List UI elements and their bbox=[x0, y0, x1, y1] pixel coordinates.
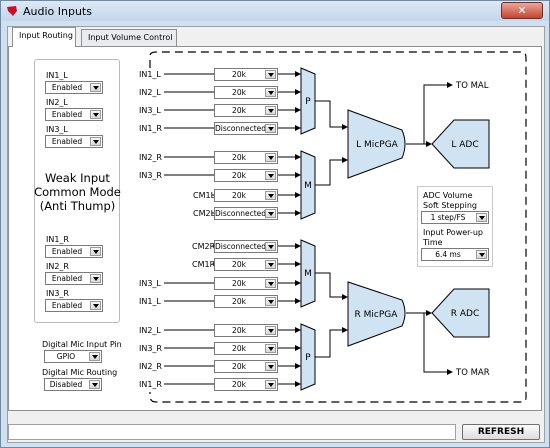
chevron-down-icon[interactable] bbox=[265, 279, 276, 288]
mux-m-label: M bbox=[304, 181, 312, 191]
weak-input-heading: Weak Input Common Mode (Anti Thump) bbox=[34, 171, 121, 213]
channel-label: IN2_R bbox=[46, 262, 69, 271]
routing-select-in3-r[interactable]: 20k bbox=[214, 169, 278, 182]
chevron-down-icon[interactable] bbox=[265, 380, 276, 389]
weak-select-in1-l[interactable]: Enabled bbox=[45, 81, 103, 94]
routing-select-in1-r[interactable]: Disconnected bbox=[214, 122, 278, 135]
routing-select-in2-l-r[interactable]: 20k bbox=[214, 324, 278, 337]
status-field bbox=[8, 424, 456, 440]
channel-label: IN1_L bbox=[46, 71, 68, 80]
chevron-down-icon[interactable] bbox=[90, 137, 101, 146]
chevron-down-icon[interactable] bbox=[265, 153, 276, 162]
chevron-down-icon[interactable] bbox=[265, 297, 276, 306]
chevron-down-icon[interactable] bbox=[265, 70, 276, 79]
digital-mic-routing-label: Digital Mic Routing bbox=[42, 368, 118, 377]
input-label: IN3_R bbox=[139, 171, 162, 180]
chevron-down-icon[interactable] bbox=[265, 88, 276, 97]
input-label: IN2_R bbox=[139, 153, 162, 162]
routing-select-in2-r[interactable]: 20k bbox=[214, 151, 278, 164]
refresh-button[interactable]: REFRESH bbox=[462, 424, 540, 440]
tab-input-routing[interactable]: Input Routing bbox=[12, 27, 76, 47]
input-label: IN2_L bbox=[139, 326, 161, 335]
input-label: IN3_L bbox=[139, 279, 161, 288]
routing-select-cm2r[interactable]: Disconnected bbox=[214, 240, 278, 253]
chevron-down-icon[interactable] bbox=[265, 209, 276, 218]
chevron-down-icon[interactable] bbox=[265, 326, 276, 335]
digital-mic-routing-select[interactable]: Disabled bbox=[44, 378, 102, 391]
routing-select-cm2l[interactable]: Disconnected bbox=[214, 207, 278, 220]
to-mar-label: TO MAR bbox=[455, 368, 490, 378]
chevron-down-icon[interactable] bbox=[265, 106, 276, 115]
chevron-down-icon[interactable] bbox=[265, 124, 276, 133]
input-label: IN1_R bbox=[139, 380, 162, 389]
channel-label: IN3_L bbox=[46, 125, 68, 134]
chevron-down-icon[interactable] bbox=[265, 242, 276, 251]
soft-stepping-select[interactable]: 1 step/FS bbox=[421, 211, 489, 224]
digital-mic-pin-select[interactable]: GPIO bbox=[44, 350, 102, 363]
input-label: IN2_R bbox=[139, 362, 162, 371]
routing-select-in2-r-r[interactable]: 20k bbox=[214, 360, 278, 373]
chevron-down-icon[interactable] bbox=[89, 352, 100, 361]
weak-select-in1-r[interactable]: Enabled bbox=[45, 245, 103, 258]
chevron-down-icon[interactable] bbox=[90, 247, 101, 256]
input-label: IN1_L bbox=[139, 297, 161, 306]
mux-p-label-r: P bbox=[305, 353, 311, 363]
chevron-down-icon[interactable] bbox=[265, 344, 276, 353]
chevron-down-icon[interactable] bbox=[476, 250, 487, 259]
chevron-down-icon[interactable] bbox=[90, 110, 101, 119]
r-adc-label: R ADC bbox=[451, 309, 480, 319]
input-label: IN3_R bbox=[139, 344, 162, 353]
chevron-down-icon[interactable] bbox=[265, 260, 276, 269]
input-label: IN1_L bbox=[139, 70, 161, 79]
weak-select-in2-l[interactable]: Enabled bbox=[45, 108, 103, 121]
input-label: IN2_L bbox=[139, 88, 161, 97]
input-label: IN3_L bbox=[139, 106, 161, 115]
routing-select-in3-l[interactable]: 20k bbox=[214, 104, 278, 117]
chevron-down-icon[interactable] bbox=[89, 380, 100, 389]
to-mal-label: TO MAL bbox=[455, 81, 489, 91]
chevron-down-icon[interactable] bbox=[265, 171, 276, 180]
channel-label: IN2_L bbox=[46, 98, 68, 107]
channel-label: IN3_R bbox=[46, 289, 69, 298]
input-label: CM2R bbox=[192, 242, 216, 251]
powerup-time-label: Input Power-up Time bbox=[423, 228, 483, 247]
routing-select-in2-l[interactable]: 20k bbox=[214, 86, 278, 99]
soft-stepping-label: ADC Volume Soft Stepping bbox=[423, 191, 477, 210]
chevron-down-icon[interactable] bbox=[476, 213, 487, 222]
digital-mic-pin-label: Digital Mic Input Pin bbox=[42, 340, 122, 349]
l-adc-label: L ADC bbox=[451, 140, 478, 150]
chevron-down-icon[interactable] bbox=[90, 274, 101, 283]
l-micpga-label: L MicPGA bbox=[356, 140, 398, 150]
routing-select-in3-l-r[interactable]: 20k bbox=[214, 277, 278, 290]
chevron-down-icon[interactable] bbox=[90, 83, 101, 92]
routing-select-in1-l-r[interactable]: 20k bbox=[214, 295, 278, 308]
routing-select-cm1l[interactable]: 20k bbox=[214, 189, 278, 202]
input-label: CM1R bbox=[192, 260, 216, 269]
mux-p-label: P bbox=[305, 97, 311, 107]
chevron-down-icon[interactable] bbox=[265, 191, 276, 200]
input-label: CM2L bbox=[193, 209, 216, 218]
powerup-time-select[interactable]: 6.4 ms bbox=[421, 248, 489, 261]
input-label: CM1L bbox=[193, 191, 216, 200]
routing-select-in3-r-r[interactable]: 20k bbox=[214, 342, 278, 355]
chevron-down-icon[interactable] bbox=[90, 301, 101, 310]
r-micpga-label: R MicPGA bbox=[355, 310, 399, 320]
weak-select-in2-r[interactable]: Enabled bbox=[45, 272, 103, 285]
routing-select-in1-l[interactable]: 20k bbox=[214, 68, 278, 81]
weak-select-in3-r[interactable]: Enabled bbox=[45, 299, 103, 312]
routing-select-cm1r[interactable]: 20k bbox=[214, 258, 278, 271]
mux-m-label-r: M bbox=[304, 269, 312, 279]
input-label: IN1_R bbox=[139, 124, 162, 133]
chevron-down-icon[interactable] bbox=[265, 362, 276, 371]
routing-select-in1-r-r[interactable]: 20k bbox=[214, 378, 278, 391]
channel-label: IN1_R bbox=[46, 235, 69, 244]
weak-select-in3-l[interactable]: Enabled bbox=[45, 135, 103, 148]
